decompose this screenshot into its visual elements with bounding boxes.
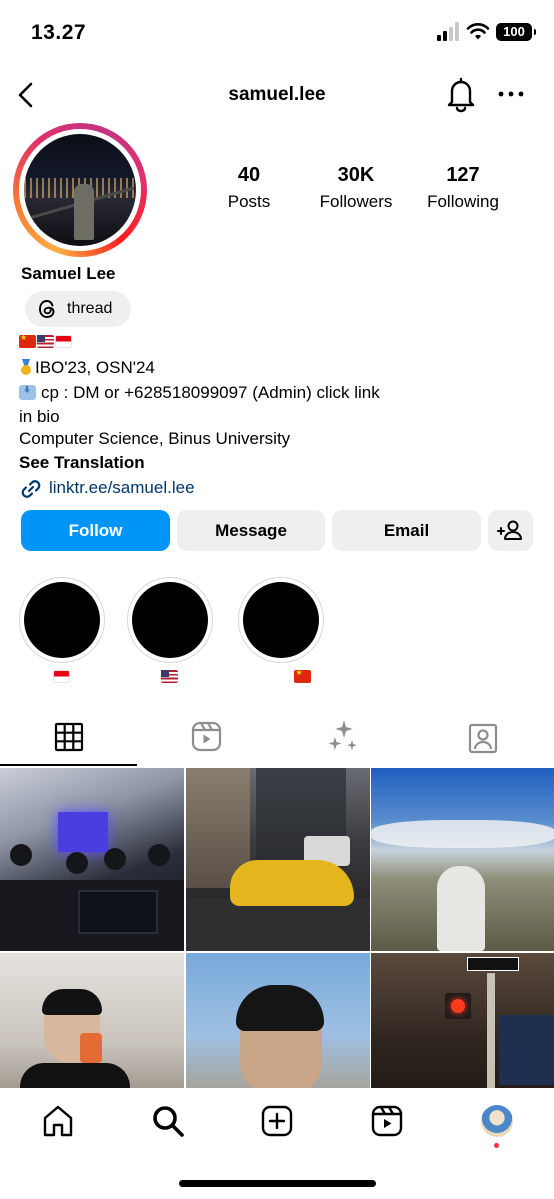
notification-dot <box>494 1143 499 1148</box>
bio-line-2: cp : DM or +628518099097 (Admin) click l… <box>19 382 380 404</box>
following-label: Following <box>427 192 499 211</box>
profile-avatar[interactable] <box>481 1105 513 1137</box>
stat-followers[interactable]: 30K Followers <box>310 164 402 212</box>
posts-count: 40 <box>237 164 261 186</box>
post-thumbnail[interactable] <box>371 768 554 951</box>
profile-avatar-story-ring[interactable] <box>13 123 147 257</box>
reels-icon[interactable] <box>189 718 223 756</box>
follow-button[interactable]: Follow <box>21 510 170 551</box>
usa-flag-icon <box>161 670 178 683</box>
status-bar: 13.27 100 <box>0 0 554 62</box>
bio-flags <box>19 333 73 351</box>
story-highlight[interactable] <box>19 577 105 663</box>
china-flag-icon <box>294 668 312 683</box>
threads-icon <box>39 300 55 318</box>
battery-icon: 100 <box>496 23 536 41</box>
post-thumbnail[interactable] <box>371 953 554 1090</box>
home-indicator[interactable] <box>179 1180 376 1187</box>
threads-badge[interactable]: thread <box>25 291 131 327</box>
indonesia-flag-icon <box>55 335 72 348</box>
inbox-tray-icon <box>19 385 36 400</box>
stat-following[interactable]: 127 Following <box>418 164 508 212</box>
stat-posts[interactable]: 40 Posts <box>214 164 284 212</box>
posts-label: Posts <box>227 192 271 211</box>
link-icon <box>21 480 41 498</box>
search-icon[interactable] <box>151 1104 185 1138</box>
bell-icon[interactable] <box>444 75 478 113</box>
more-horizontal-icon[interactable] <box>496 83 526 105</box>
followers-count: 30K <box>337 164 375 186</box>
sparkles-icon[interactable] <box>326 718 360 756</box>
active-tab-indicator <box>0 764 137 766</box>
grid-icon[interactable] <box>52 718 86 756</box>
cellular-signal-icon <box>437 22 461 41</box>
story-highlight[interactable] <box>238 577 324 663</box>
profile-avatar <box>24 134 136 246</box>
bio-awards: IBO'23, OSN'24 <box>35 358 155 377</box>
tagged-icon[interactable] <box>466 718 500 756</box>
bio-line-3: in bio <box>19 407 60 426</box>
home-icon[interactable] <box>41 1104 75 1138</box>
create-icon[interactable] <box>260 1104 294 1138</box>
bio-line-4: Computer Science, Binus University <box>19 429 291 448</box>
bio-line-1: IBO'23, OSN'24 <box>19 357 155 379</box>
bio-contact: cp : DM or +628518099097 (Admin) click l… <box>41 383 380 402</box>
following-count: 127 <box>446 164 480 186</box>
post-thumbnail[interactable] <box>0 953 184 1090</box>
wifi-icon <box>466 23 490 40</box>
indonesia-flag-icon <box>53 670 70 683</box>
posts-grid <box>0 768 554 1090</box>
see-translation-link[interactable]: See Translation <box>19 453 145 473</box>
message-button[interactable]: Message <box>177 510 325 551</box>
email-button[interactable]: Email <box>332 510 481 551</box>
china-flag-icon <box>19 333 36 348</box>
reels-icon[interactable] <box>370 1104 404 1138</box>
usa-flag-icon <box>37 335 54 348</box>
threads-label: thread <box>67 300 113 317</box>
post-thumbnail[interactable] <box>186 768 370 951</box>
story-highlight[interactable] <box>127 577 213 663</box>
suggest-users-button[interactable] <box>488 510 533 551</box>
status-time: 13.27 <box>31 21 87 44</box>
post-thumbnail[interactable] <box>186 953 370 1090</box>
battery-level: 100 <box>503 24 525 39</box>
add-user-icon <box>497 520 522 540</box>
profile-full-name: Samuel Lee <box>21 264 116 283</box>
post-thumbnail[interactable] <box>0 768 184 951</box>
followers-label: Followers <box>319 192 393 211</box>
bio-link-text: linktr.ee/samuel.lee <box>49 478 195 497</box>
medal-icon <box>19 359 33 375</box>
